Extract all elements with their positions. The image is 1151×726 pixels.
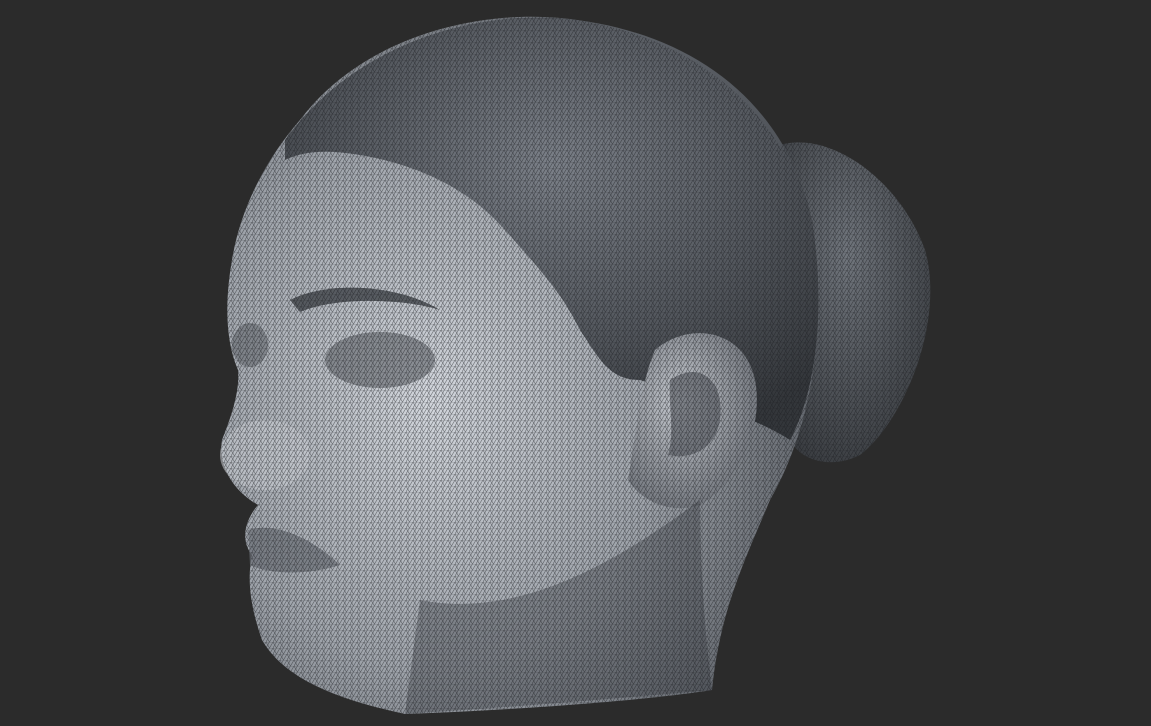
3d-viewport[interactable] [0,0,1151,726]
wireframe-overlay [221,16,931,715]
head-model [220,16,931,715]
